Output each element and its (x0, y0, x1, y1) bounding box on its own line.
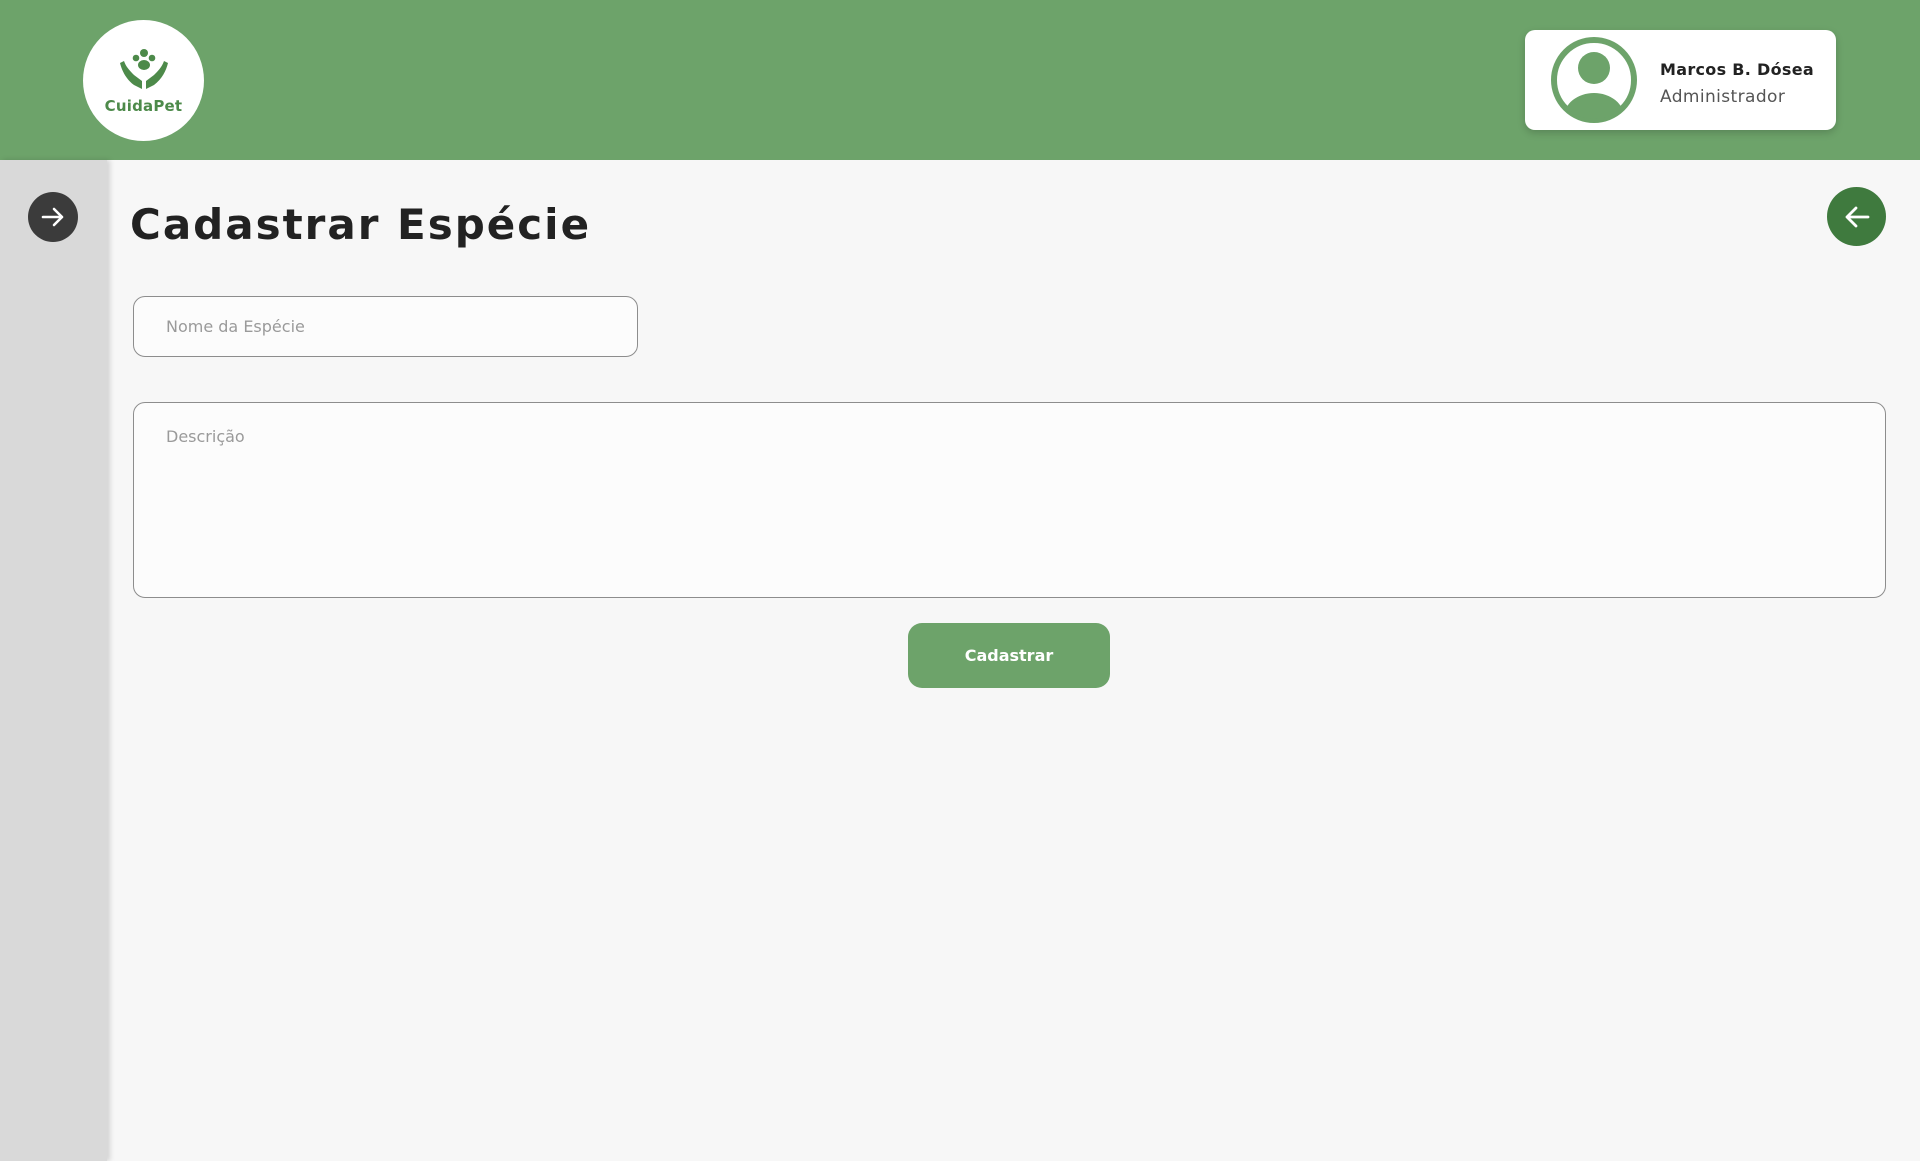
arrow-right-icon (41, 207, 64, 227)
page-title: Cadastrar Espécie (130, 200, 592, 249)
sidebar (0, 160, 107, 1161)
back-button[interactable] (1827, 187, 1886, 246)
submit-button[interactable]: Cadastrar (908, 623, 1110, 688)
species-name-input[interactable] (133, 296, 638, 357)
description-textarea[interactable] (133, 402, 1886, 598)
user-name: Marcos B. Dósea (1660, 60, 1814, 79)
paw-hands-icon (119, 48, 168, 89)
app-logo[interactable]: CuidaPet (83, 20, 204, 141)
arrow-left-icon (1845, 206, 1869, 227)
logo-text: CuidaPet (104, 96, 183, 115)
user-profile-card[interactable]: Marcos B. Dósea Administrador (1525, 30, 1836, 130)
user-role: Administrador (1660, 87, 1786, 107)
avatar-icon (1551, 37, 1637, 123)
sidebar-toggle-button[interactable] (28, 192, 78, 242)
top-bar: CuidaPet Marcos B. Dósea Administrador (0, 0, 1920, 160)
